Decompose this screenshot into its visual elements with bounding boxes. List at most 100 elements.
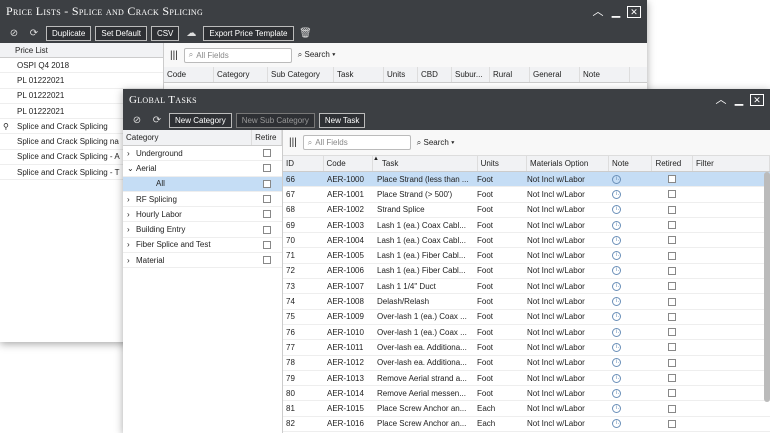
- column-header[interactable]: Rural: [490, 67, 530, 82]
- trash-icon[interactable]: 🗑: [298, 28, 314, 39]
- column-header[interactable]: General: [530, 67, 580, 82]
- column-header[interactable]: Note: [609, 156, 653, 171]
- info-icon[interactable]: i: [612, 327, 621, 337]
- info-icon[interactable]: i: [612, 419, 621, 429]
- retired-checkbox[interactable]: [667, 175, 676, 184]
- retire-checkbox[interactable]: [263, 240, 272, 249]
- retired-checkbox[interactable]: [667, 236, 676, 245]
- minimize-icon[interactable]: ▁: [609, 6, 623, 18]
- column-header[interactable]: Filter: [693, 156, 770, 171]
- column-header[interactable]: ID: [283, 156, 324, 171]
- info-icon[interactable]: i: [612, 251, 621, 261]
- retire-checkbox[interactable]: [263, 164, 272, 173]
- table-row[interactable]: 66 AER-1000 Place Strand (less than ... Foo…: [283, 172, 770, 188]
- retired-checkbox[interactable]: [667, 251, 676, 260]
- category-item[interactable]: ⌄ Aerial: [123, 161, 282, 177]
- column-header[interactable]: Units: [384, 67, 418, 82]
- cloud-upload-icon[interactable]: ☁: [183, 28, 199, 39]
- retired-checkbox[interactable]: [667, 328, 676, 337]
- info-icon[interactable]: i: [612, 220, 621, 230]
- retire-checkbox[interactable]: [263, 256, 272, 265]
- retired-checkbox[interactable]: [667, 312, 676, 321]
- chevron-icon[interactable]: ›: [127, 225, 136, 234]
- new-sub-category-button[interactable]: New Sub Category: [235, 112, 315, 128]
- maximize-icon[interactable]: ︿: [591, 6, 605, 18]
- info-icon[interactable]: i: [612, 312, 621, 322]
- table-row[interactable]: 71 AER-1005 Lash 1 (ea.) Fiber Cabl... Foot…: [283, 248, 770, 264]
- retire-checkbox[interactable]: [263, 179, 272, 188]
- column-header[interactable]: Sub Category: [268, 67, 334, 82]
- search-input[interactable]: ⌕ All Fields: [302, 135, 411, 150]
- column-header[interactable]: Code: [164, 67, 214, 82]
- info-icon[interactable]: i: [612, 358, 621, 368]
- csv-button[interactable]: CSV: [150, 25, 180, 41]
- close-icon[interactable]: ✕: [627, 5, 641, 18]
- table-row[interactable]: 68 AER-1002 Strand Splice Foot Not Incl w/La…: [283, 203, 770, 218]
- info-icon[interactable]: i: [612, 266, 621, 276]
- retired-checkbox[interactable]: [667, 190, 676, 199]
- info-icon[interactable]: i: [612, 189, 621, 199]
- retired-checkbox[interactable]: [667, 282, 676, 291]
- table-row[interactable]: 78 AER-1012 Over-lash ea. Additiona... Foot…: [283, 356, 770, 371]
- maximize-icon[interactable]: ︿: [714, 94, 728, 106]
- vertical-scrollbar[interactable]: [764, 172, 770, 402]
- retire-checkbox[interactable]: [263, 195, 272, 204]
- retired-checkbox[interactable]: [667, 205, 676, 214]
- column-header[interactable]: Retired: [652, 156, 693, 171]
- column-header[interactable]: CBD: [418, 67, 452, 82]
- chevron-icon[interactable]: ›: [127, 210, 136, 219]
- info-icon[interactable]: i: [612, 342, 621, 352]
- chevron-icon[interactable]: ›: [127, 256, 136, 265]
- column-header[interactable]: Units: [478, 156, 528, 171]
- retired-checkbox[interactable]: [667, 221, 676, 230]
- close-icon[interactable]: ✕: [750, 93, 764, 106]
- category-item[interactable]: › Fiber Splice and Test: [123, 238, 282, 254]
- table-row[interactable]: 70 AER-1004 Lash 1 (ea.) Coax Cabl... Foot N…: [283, 233, 770, 249]
- info-icon[interactable]: i: [612, 174, 621, 184]
- retired-checkbox[interactable]: [667, 389, 676, 398]
- table-row[interactable]: 72 AER-1006 Lash 1 (ea.) Fiber Cabl... Foot…: [283, 264, 770, 280]
- retire-checkbox[interactable]: [263, 225, 272, 234]
- info-icon[interactable]: i: [612, 235, 621, 245]
- chevron-icon[interactable]: ›: [127, 240, 136, 249]
- new-category-button[interactable]: New Category: [169, 112, 232, 128]
- table-row[interactable]: 77 AER-1011 Over-lash ea. Additiona... Foot…: [283, 340, 770, 356]
- table-row[interactable]: 80 AER-1014 Remove Aerial messen... Foot Not…: [283, 386, 770, 402]
- category-item[interactable]: All: [123, 176, 282, 192]
- retire-checkbox[interactable]: [263, 210, 272, 219]
- check-icon[interactable]: ⊘: [6, 28, 22, 39]
- column-toggle-icon[interactable]: |||: [289, 137, 297, 148]
- column-header[interactable]: Subur...: [452, 67, 490, 82]
- info-icon[interactable]: i: [612, 404, 621, 414]
- refresh-icon[interactable]: ⟳: [149, 115, 165, 126]
- price-list-item[interactable]: OSPI Q4 2018: [0, 58, 163, 74]
- table-row[interactable]: 73 AER-1007 Lash 1 1/4" Duct Foot Not Incl w…: [283, 279, 770, 295]
- info-icon[interactable]: i: [612, 205, 621, 215]
- search-input[interactable]: ⌕ All Fields: [183, 47, 292, 63]
- export-price-template-button[interactable]: Export Price Template: [203, 25, 294, 41]
- chevron-icon[interactable]: ⌄: [127, 164, 136, 173]
- search-button[interactable]: ⌕ Search ▾: [417, 138, 455, 148]
- check-icon[interactable]: ⊘: [129, 115, 145, 126]
- column-header[interactable]: Note: [580, 67, 630, 82]
- column-header[interactable]: Materials Option: [527, 156, 609, 171]
- minimize-icon[interactable]: ▁: [732, 94, 746, 106]
- column-header[interactable]: Category: [214, 67, 268, 82]
- table-row[interactable]: 76 AER-1010 Over-lash 1 (ea.) Coax ... Foot…: [283, 325, 770, 341]
- retired-checkbox[interactable]: [667, 297, 676, 306]
- duplicate-button[interactable]: Duplicate: [46, 25, 92, 41]
- retired-checkbox[interactable]: [667, 358, 676, 367]
- retired-checkbox[interactable]: [667, 343, 676, 352]
- table-row[interactable]: 74 AER-1008 Delash/Relash Foot Not Incl w/La…: [283, 294, 770, 310]
- info-icon[interactable]: i: [612, 373, 621, 383]
- category-item[interactable]: › Hourly Labor: [123, 207, 282, 223]
- column-header[interactable]: Task: [379, 156, 478, 171]
- table-row[interactable]: 67 AER-1001 Place Strand (> 500') Foot Not I…: [283, 187, 770, 203]
- category-item[interactable]: › Underground: [123, 146, 282, 162]
- category-item[interactable]: › Material: [123, 253, 282, 269]
- retired-checkbox[interactable]: [667, 419, 676, 428]
- chevron-icon[interactable]: ›: [127, 195, 136, 204]
- retired-checkbox[interactable]: [667, 266, 676, 275]
- search-button[interactable]: ⌕ Search ▾: [298, 50, 336, 60]
- table-row[interactable]: 81 AER-1015 Place Screw Anchor an... Each No…: [283, 401, 770, 417]
